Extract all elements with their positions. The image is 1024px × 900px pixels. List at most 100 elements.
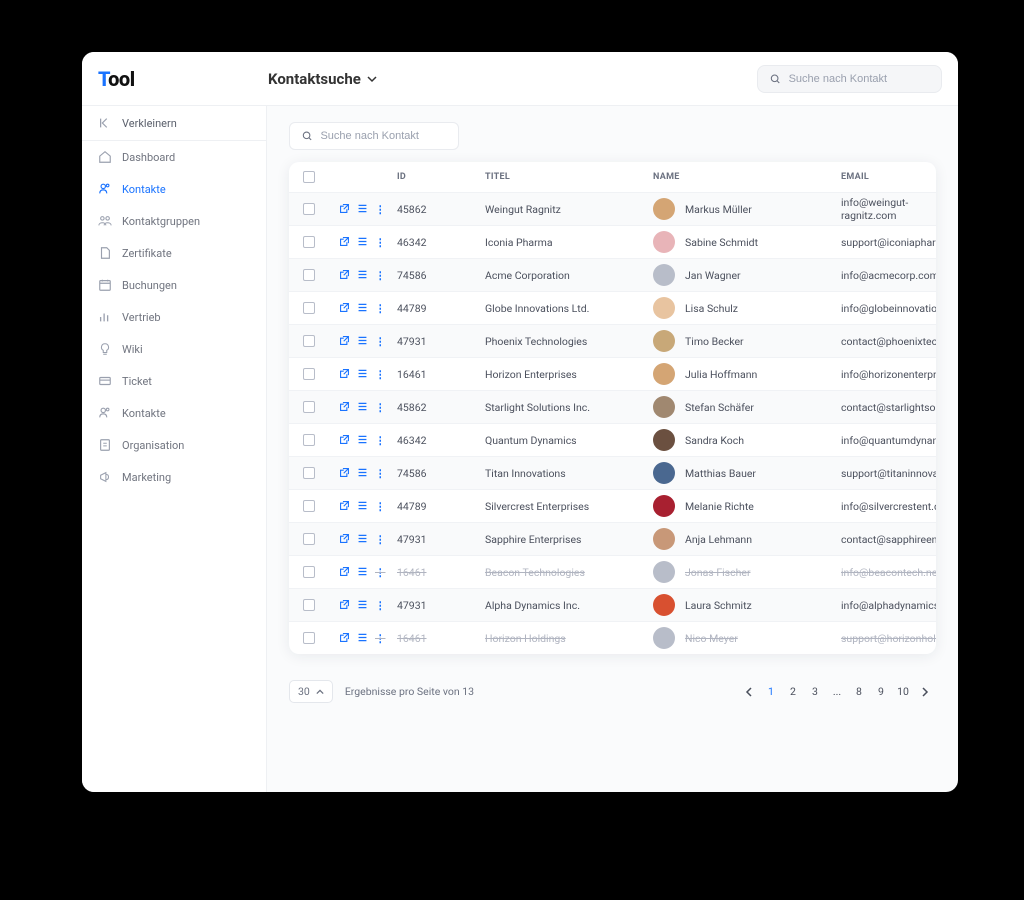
more-icon[interactable]: ⋮	[375, 467, 386, 480]
sidebar-item-ticket[interactable]: Ticket	[82, 365, 266, 397]
list-icon[interactable]	[357, 533, 369, 545]
page-title-dropdown[interactable]: Kontaktsuche	[268, 70, 377, 88]
more-icon[interactable]: ⋮	[375, 236, 386, 249]
more-icon[interactable]: ⋮	[375, 269, 386, 282]
pager-page-3[interactable]: 3	[804, 681, 826, 703]
sidebar-item-vertrieb[interactable]: Vertrieb	[82, 301, 266, 333]
open-icon[interactable]	[339, 632, 351, 644]
open-icon[interactable]	[339, 401, 351, 413]
more-icon[interactable]: ⋮	[375, 335, 386, 348]
row-checkbox[interactable]	[303, 467, 315, 479]
sidebar-collapse[interactable]: Verkleinern	[82, 106, 266, 141]
local-search-input[interactable]	[320, 130, 446, 142]
more-icon[interactable]: ⋮	[375, 566, 386, 579]
pager-next[interactable]	[914, 681, 936, 703]
open-icon[interactable]	[339, 500, 351, 512]
more-icon[interactable]: ⋮	[375, 203, 386, 216]
open-icon[interactable]	[339, 533, 351, 545]
row-checkbox[interactable]	[303, 269, 315, 281]
pager-page-2[interactable]: 2	[782, 681, 804, 703]
row-checkbox[interactable]	[303, 632, 315, 644]
row-id: 45862	[397, 401, 477, 414]
row-checkbox[interactable]	[303, 434, 315, 446]
pager-page-1[interactable]: 1	[760, 681, 782, 703]
row-checkbox[interactable]	[303, 302, 315, 314]
row-email: support@iconiapharma.com	[841, 236, 936, 249]
sidebar-item-marketing[interactable]: Marketing	[82, 461, 266, 493]
list-icon[interactable]	[357, 236, 369, 248]
list-icon[interactable]	[357, 368, 369, 380]
more-icon[interactable]: ⋮	[375, 368, 386, 381]
more-icon[interactable]: ⋮	[375, 533, 386, 546]
more-icon[interactable]: ⋮	[375, 500, 386, 513]
open-icon[interactable]	[339, 467, 351, 479]
list-icon[interactable]	[357, 467, 369, 479]
row-checkbox[interactable]	[303, 203, 315, 215]
open-icon[interactable]	[339, 368, 351, 380]
sidebar-item-zertifikate[interactable]: Zertifikate	[82, 237, 266, 269]
list-icon[interactable]	[357, 632, 369, 644]
list-icon[interactable]	[357, 401, 369, 413]
open-icon[interactable]	[339, 434, 351, 446]
avatar	[653, 627, 675, 649]
sidebar-item-label: Kontakte	[122, 183, 166, 196]
row-checkbox[interactable]	[303, 368, 315, 380]
list-icon[interactable]	[357, 203, 369, 215]
sidebar-item-dashboard[interactable]: Dashboard	[82, 141, 266, 173]
list-icon[interactable]	[357, 500, 369, 512]
list-icon[interactable]	[357, 566, 369, 578]
sidebar-item-buchungen[interactable]: Buchungen	[82, 269, 266, 301]
more-icon[interactable]: ⋮	[375, 434, 386, 447]
open-icon[interactable]	[339, 599, 351, 611]
sidebar-item-kontakte[interactable]: Kontakte	[82, 173, 266, 205]
table-row: ⋮16461Beacon TechnologiesJonas Fischerin…	[289, 555, 936, 588]
avatar	[653, 264, 675, 286]
pager-page-10[interactable]: 10	[892, 681, 914, 703]
open-icon[interactable]	[339, 269, 351, 281]
open-icon[interactable]	[339, 335, 351, 347]
sidebar-item-kontaktgruppen[interactable]: Kontaktgruppen	[82, 205, 266, 237]
pager-page-9[interactable]: 9	[870, 681, 892, 703]
pager-prev[interactable]	[738, 681, 760, 703]
list-icon[interactable]	[357, 335, 369, 347]
row-checkbox[interactable]	[303, 533, 315, 545]
pager-page-8[interactable]: 8	[848, 681, 870, 703]
sidebar-item-kontakte[interactable]: Kontakte	[82, 397, 266, 429]
open-icon[interactable]	[339, 236, 351, 248]
list-icon[interactable]	[357, 269, 369, 281]
row-id: 74586	[397, 467, 477, 480]
chart-icon	[98, 310, 112, 324]
more-icon[interactable]: ⋮	[375, 632, 386, 645]
chevron-down-icon	[367, 74, 377, 84]
list-icon[interactable]	[357, 302, 369, 314]
open-icon[interactable]	[339, 302, 351, 314]
row-checkbox[interactable]	[303, 500, 315, 512]
row-id: 46342	[397, 236, 477, 249]
contacts-table: ID TITEL NAME EMAIL ⋮45862Weingut Ragnit…	[289, 162, 936, 654]
more-icon[interactable]: ⋮	[375, 599, 386, 612]
list-icon[interactable]	[357, 434, 369, 446]
card-icon	[98, 374, 112, 388]
open-icon[interactable]	[339, 566, 351, 578]
local-search[interactable]	[289, 122, 459, 150]
sidebar-item-wiki[interactable]: Wiki	[82, 333, 266, 365]
global-search-input[interactable]	[789, 73, 929, 85]
row-checkbox[interactable]	[303, 599, 315, 611]
row-checkbox[interactable]	[303, 335, 315, 347]
sidebar-item-organisation[interactable]: Organisation	[82, 429, 266, 461]
select-all-checkbox[interactable]	[303, 171, 315, 183]
more-icon[interactable]: ⋮	[375, 401, 386, 414]
more-icon[interactable]: ⋮	[375, 302, 386, 315]
row-title: Acme Corporation	[485, 269, 645, 282]
open-icon[interactable]	[339, 203, 351, 215]
page-size-select[interactable]: 30	[289, 680, 333, 703]
row-checkbox[interactable]	[303, 401, 315, 413]
row-checkbox[interactable]	[303, 236, 315, 248]
meg-icon	[98, 470, 112, 484]
row-checkbox[interactable]	[303, 566, 315, 578]
row-id: 16461	[397, 632, 477, 645]
list-icon[interactable]	[357, 599, 369, 611]
avatar	[653, 396, 675, 418]
col-name: NAME	[653, 172, 833, 182]
global-search[interactable]	[757, 65, 942, 93]
